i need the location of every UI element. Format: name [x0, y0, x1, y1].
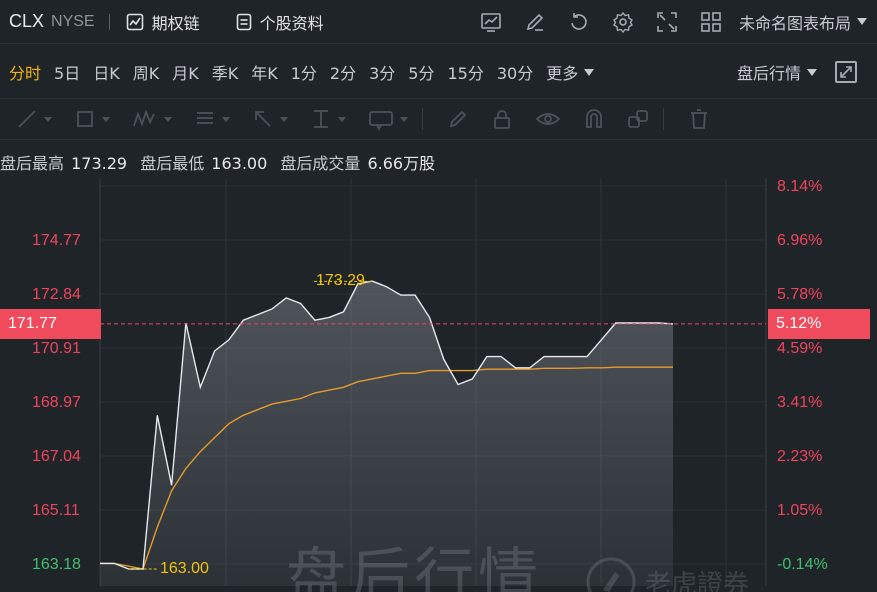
stock-profile-label: 个股资料: [259, 13, 324, 33]
group-icon[interactable]: [627, 108, 649, 130]
ah-high-label: 盘后最高: [0, 154, 65, 173]
undo-icon[interactable]: [568, 11, 590, 33]
layout-selector[interactable]: 未命名图表布局: [739, 10, 867, 34]
edit-icon[interactable]: [524, 11, 546, 33]
price-chart[interactable]: 盘后行情 174.77 172.84 170.91 168.97 167.04 …: [0, 172, 877, 592]
ah-high-value: 173.29: [71, 154, 128, 173]
ah-volume-label: 盘后成交量: [280, 154, 361, 173]
y-label-left: 167.04: [32, 448, 81, 465]
option-chain-label: 期权链: [151, 13, 200, 33]
ah-low-label: 盘后最低: [140, 154, 205, 173]
chart-icon[interactable]: [480, 11, 502, 33]
tiger-logo-icon: [586, 557, 636, 592]
arrow-tool-icon[interactable]: [252, 108, 288, 130]
y-label-right: 2.23%: [777, 448, 823, 465]
tab-period-6[interactable]: 年K: [251, 60, 278, 84]
divider: [108, 13, 110, 30]
y-label-right: 1.05%: [777, 502, 823, 519]
fib-tool-icon[interactable]: [194, 108, 230, 130]
exchange: NYSE: [51, 12, 95, 30]
gear-icon[interactable]: [612, 11, 634, 33]
high-marker-label: 173.29: [316, 272, 365, 289]
tab-period-2[interactable]: 日K: [93, 60, 120, 84]
current-price-badge: 171.77: [0, 309, 101, 339]
expand-chart-icon[interactable]: [835, 61, 857, 83]
ah-low-value: 163.00: [211, 154, 268, 173]
y-label-left: 165.11: [32, 502, 80, 519]
y-label-right: 5.78%: [777, 286, 823, 303]
symbol: CLX: [9, 11, 45, 31]
option-chain-link[interactable]: 期权链: [126, 10, 200, 34]
tab-period-12[interactable]: 30分: [497, 60, 533, 84]
y-label-left: 170.91: [32, 340, 81, 357]
watermark-text: 盘后行情: [286, 542, 542, 592]
period-tabs: 分时 5日 日K 周K 月K 季K 年K 1分 2分 3分 5分 15分 30分…: [0, 50, 877, 94]
drawing-toolbar: [0, 98, 877, 140]
session-selector[interactable]: 盘后行情: [737, 60, 817, 84]
y-label-left: 172.84: [32, 286, 81, 303]
tab-period-0[interactable]: 分时: [9, 60, 41, 84]
y-label-left: 174.77: [32, 232, 81, 249]
tab-period-1[interactable]: 5日: [54, 60, 80, 84]
y-label-left: 163.18: [32, 556, 81, 573]
layout-label: 未命名图表布局: [738, 13, 851, 33]
tab-period-8[interactable]: 2分: [330, 60, 356, 84]
y-label-right: -0.14%: [777, 556, 828, 573]
document-icon: [236, 13, 251, 30]
tab-period-3[interactable]: 周K: [133, 60, 160, 84]
tab-period-11[interactable]: 15分: [447, 60, 483, 84]
trash-icon[interactable]: [688, 108, 710, 130]
ah-volume-value: 6.66万股: [367, 154, 436, 173]
grid-layout-icon[interactable]: [700, 11, 722, 33]
caret-down-icon: [584, 68, 595, 76]
pencil-icon[interactable]: [447, 108, 469, 130]
measure-tool-icon[interactable]: [310, 108, 346, 130]
low-marker-label: 163.00: [160, 560, 209, 577]
fullscreen-expand-icon[interactable]: [656, 11, 678, 33]
caret-down-icon: [857, 18, 867, 25]
y-label-right: 8.14%: [777, 178, 823, 195]
tab-period-7[interactable]: 1分: [291, 60, 317, 84]
brand-text: 老虎證券: [645, 569, 750, 592]
current-change-badge: 5.12%: [768, 309, 870, 339]
rect-tool-icon[interactable]: [74, 108, 110, 130]
chart-tool-icons: 未命名图表布局: [469, 10, 877, 34]
stock-profile-link[interactable]: 个股资料: [236, 10, 324, 34]
divider: [663, 108, 664, 130]
eye-icon[interactable]: [535, 108, 561, 130]
y-label-right: 3.41%: [777, 394, 823, 411]
pattern-tool-icon[interactable]: [132, 108, 172, 130]
after-hours-summary: 盘后最高 173.29 盘后最低 163.00 盘后成交量 6.66万股: [0, 150, 443, 174]
more-periods-button[interactable]: 更多: [546, 60, 595, 84]
y-label-right: 4.59%: [777, 340, 823, 357]
tab-period-5[interactable]: 季K: [212, 60, 239, 84]
lock-icon[interactable]: [491, 108, 513, 130]
session-label: 盘后行情: [736, 64, 801, 83]
caret-down-icon: [807, 68, 817, 76]
y-label-right: 6.96%: [777, 232, 823, 249]
tab-period-4[interactable]: 月K: [172, 60, 199, 84]
brand-watermark: 老虎證券: [585, 556, 749, 592]
y-label-left: 168.97: [32, 394, 81, 411]
tab-period-9[interactable]: 3分: [369, 60, 395, 84]
divider: [422, 108, 423, 130]
tab-period-10[interactable]: 5分: [408, 60, 434, 84]
more-label: 更多: [546, 64, 579, 83]
label-tool-icon[interactable]: [368, 108, 408, 130]
top-toolbar: CLX NYSE 期权链 个股资料 未命名图表布局: [0, 0, 877, 44]
magnet-icon[interactable]: [583, 108, 605, 130]
option-chain-icon: [126, 13, 143, 30]
line-tool-icon[interactable]: [16, 108, 52, 130]
